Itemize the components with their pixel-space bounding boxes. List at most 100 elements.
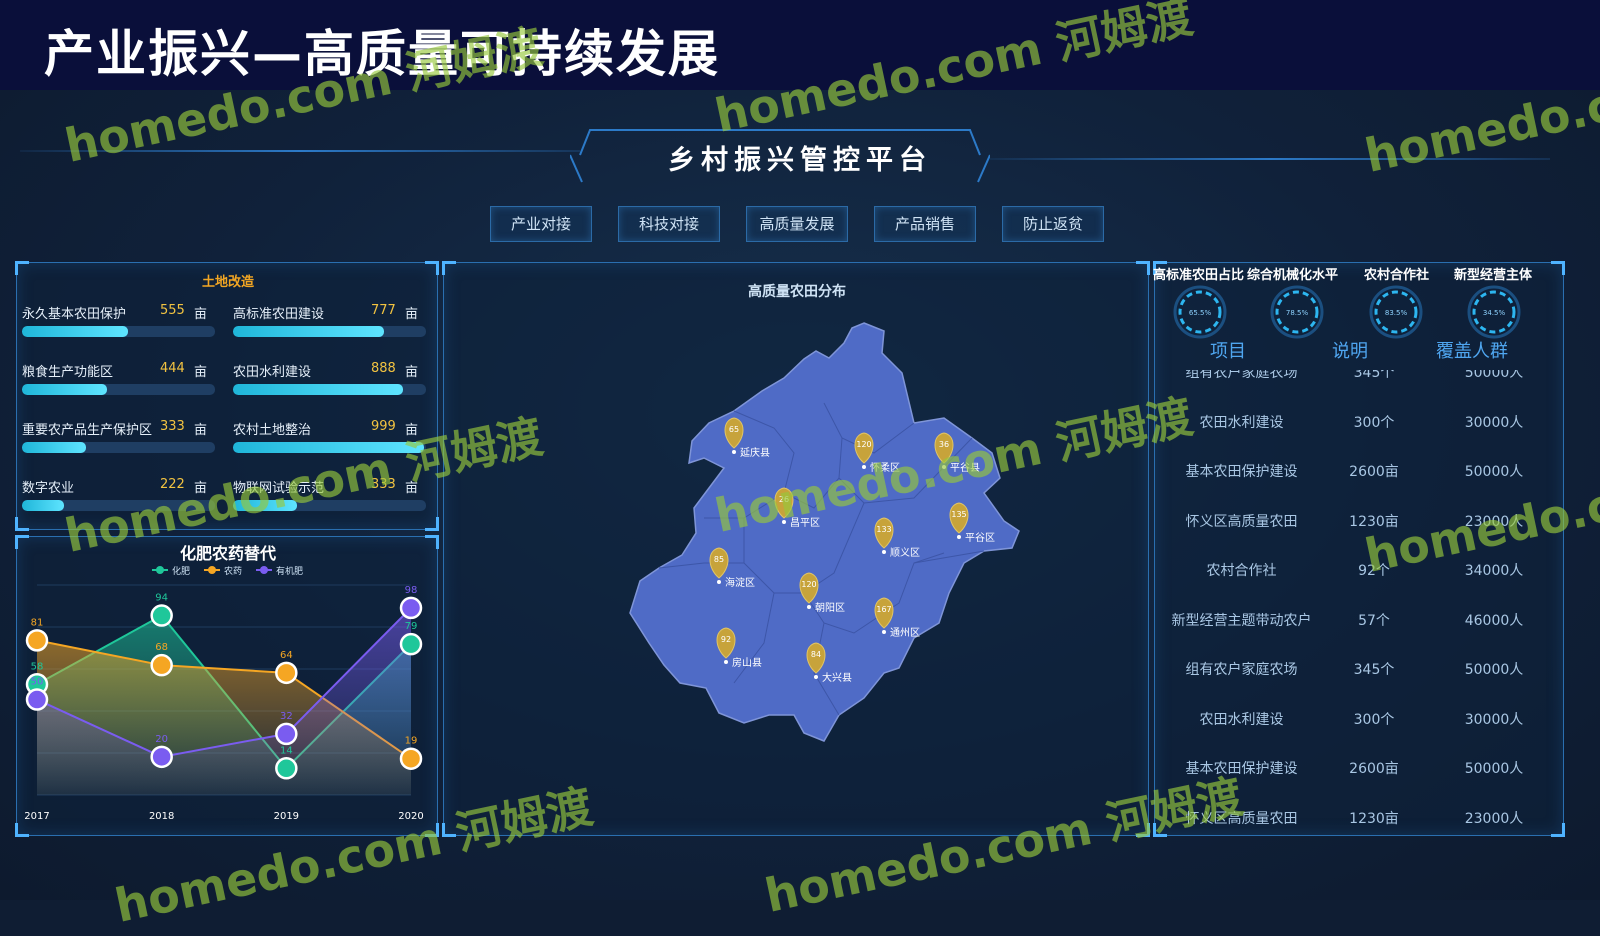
land-panel-title: 土地改造 — [201, 275, 254, 290]
land-item: 数字农业 222 亩 — [22, 477, 217, 517]
table-cell: 300个 — [1353, 414, 1395, 431]
header-description: 说明 — [1332, 341, 1368, 362]
map-marker-label: 大兴县 — [822, 671, 852, 684]
land-item-unit: 亩 — [405, 365, 419, 380]
header-project: 项目 — [1210, 341, 1246, 362]
fertilizer-chart: 化肥农药替代化肥 农药 有机肥 58 94 14 79 81 68 64 19 50 20 32 98 201… — [24, 544, 423, 822]
tab-poverty[interactable]: 防止返贫 — [1002, 206, 1104, 242]
data-point — [275, 757, 298, 780]
land-item: 农田水利建设 888 亩 — [233, 361, 428, 401]
x-tick-label: 2020 — [398, 811, 423, 822]
gauge-value: 78.5% — [1286, 309, 1309, 317]
map-marker-value: 92 — [721, 635, 731, 644]
table-cell: 50000人 — [1464, 761, 1524, 777]
land-bar — [22, 442, 215, 453]
land-bar-fill — [233, 326, 384, 337]
map-marker-value: 167 — [876, 605, 891, 614]
table-cell: 34000人 — [1464, 563, 1524, 579]
land-item-unit: 亩 — [405, 481, 419, 496]
table-row: 怀义区高质量农田 1230亩 23000人 — [1154, 808, 1564, 832]
table-cell: 组有农户家庭农场 — [1185, 370, 1298, 381]
map-marker-dot — [882, 630, 886, 634]
map-marker-dot — [862, 465, 866, 469]
map-marker-label: 平谷县 — [950, 462, 980, 474]
data-label: 58 — [31, 661, 44, 672]
chart-title: 化肥农药替代 — [180, 544, 276, 563]
table-cell: 345个 — [1353, 662, 1395, 678]
table-cell: 基本农田保护建设 — [1185, 464, 1298, 480]
land-item: 高标准农田建设 777 亩 — [233, 303, 428, 343]
land-item: 物联网试验示范 333 亩 — [233, 477, 428, 517]
data-point — [399, 747, 423, 770]
land-bar — [233, 384, 426, 395]
land-item-name: 高标准农田建设 — [233, 307, 325, 322]
map-marker-value: 65 — [729, 425, 739, 434]
map-marker-dot — [882, 550, 886, 554]
slide-title: 产业振兴—高质量可持续发展 — [44, 25, 720, 83]
map-marker-label: 平谷区 — [965, 532, 995, 544]
land-item-unit: 亩 — [194, 365, 208, 380]
table-row: 基本农田保护建设 2600亩 50000人 — [1154, 758, 1564, 782]
map-marker-dot — [807, 605, 811, 609]
map-marker-dot — [724, 660, 728, 664]
map-marker-label: 朝阳区 — [815, 602, 845, 614]
land-item: 重要农产品生产保护区 333 亩 — [22, 419, 217, 459]
land-bar — [233, 500, 426, 511]
land-item-value: 777 — [371, 303, 396, 318]
tab-industry[interactable]: 产业对接 — [490, 206, 592, 242]
land-item-name: 农村土地整治 — [233, 423, 312, 438]
land-bar — [233, 442, 426, 453]
map-marker-dot — [732, 450, 736, 454]
land-bar — [22, 500, 215, 511]
map-marker-value: 36 — [939, 440, 949, 449]
land-bar-fill — [22, 500, 65, 511]
map-marker-dot — [957, 535, 961, 539]
nav-tabs: 产业对接 科技对接 高质量发展 产品销售 防止返贫 — [490, 206, 1110, 242]
table-row: 组有农户家庭农场 345个 50000人 — [1154, 659, 1564, 683]
x-tick-label: 2017 — [24, 811, 49, 822]
gauge-value: 34.5% — [1483, 309, 1506, 317]
table-cell: 1230亩 — [1349, 810, 1399, 827]
land-item-name: 永久基本农田保护 — [22, 307, 127, 322]
table-cell: 农村合作社 — [1206, 563, 1277, 579]
map-marker-value: 135 — [951, 510, 966, 519]
legend-marker — [208, 566, 216, 574]
x-tick-label: 2018 — [149, 811, 174, 822]
header-coverage: 覆盖人群 — [1436, 341, 1508, 362]
table-row: 农田水利建设 300个 30000人 — [1154, 412, 1564, 436]
data-point — [25, 688, 49, 711]
beijing-map: 65 延庆县 120 怀柔区 36 平谷县 26 昌平区 133 顺义区 135 平谷区 85 海淀区 12… — [629, 322, 1020, 742]
tab-quality[interactable]: 高质量发展 — [746, 206, 848, 242]
map-marker-label: 通州区 — [890, 627, 920, 639]
tab-technology[interactable]: 科技对接 — [618, 206, 720, 242]
land-bar-fill — [22, 384, 107, 395]
land-item-value: 222 — [160, 477, 185, 492]
land-bar-fill — [22, 442, 86, 453]
legend-marker — [156, 566, 164, 574]
platform-title: 乡村振兴管控平台 — [668, 145, 932, 176]
x-tick-label: 2019 — [274, 811, 299, 822]
land-item-value: 888 — [371, 361, 396, 376]
title-bar: 产业振兴—高质量可持续发展 — [0, 0, 1600, 90]
land-item: 农村土地整治 999 亩 — [233, 419, 428, 459]
land-panel: 土地改造 永久基本农田保护 555 亩 高标准农田建设 777 亩 粮食生产功能… — [15, 261, 439, 531]
data-point — [150, 604, 173, 627]
table-cell: 345个 — [1353, 370, 1395, 381]
table-cell: 怀义区高质量农田 — [1185, 810, 1298, 827]
data-point — [275, 661, 298, 685]
stats-table: 组有农户家庭农场 345个 50000人 农田水利建设 300个 30000人 基本农田保护… — [1154, 370, 1564, 832]
data-label: 94 — [155, 593, 168, 604]
map-marker-label: 延庆县 — [740, 446, 770, 459]
land-item-unit: 亩 — [194, 481, 208, 496]
table-cell: 50000人 — [1464, 662, 1524, 678]
land-bar — [22, 326, 215, 337]
fertilizer-chart-panel: 化肥农药替代 化肥 农药 有机肥 58 94 14 79 81 68 64 19 50 20 32 98 201… — [15, 535, 439, 837]
map-marker-value: 120 — [856, 440, 871, 449]
table-cell: 23000人 — [1464, 810, 1524, 827]
map-marker-value: 120 — [801, 580, 816, 589]
data-label: 64 — [280, 650, 293, 661]
tab-sales[interactable]: 产品销售 — [874, 206, 976, 242]
table-cell: 怀义区高质量农田 — [1185, 513, 1298, 530]
table-cell: 1230亩 — [1349, 513, 1399, 530]
table-cell: 基本农田保护建设 — [1185, 761, 1298, 777]
